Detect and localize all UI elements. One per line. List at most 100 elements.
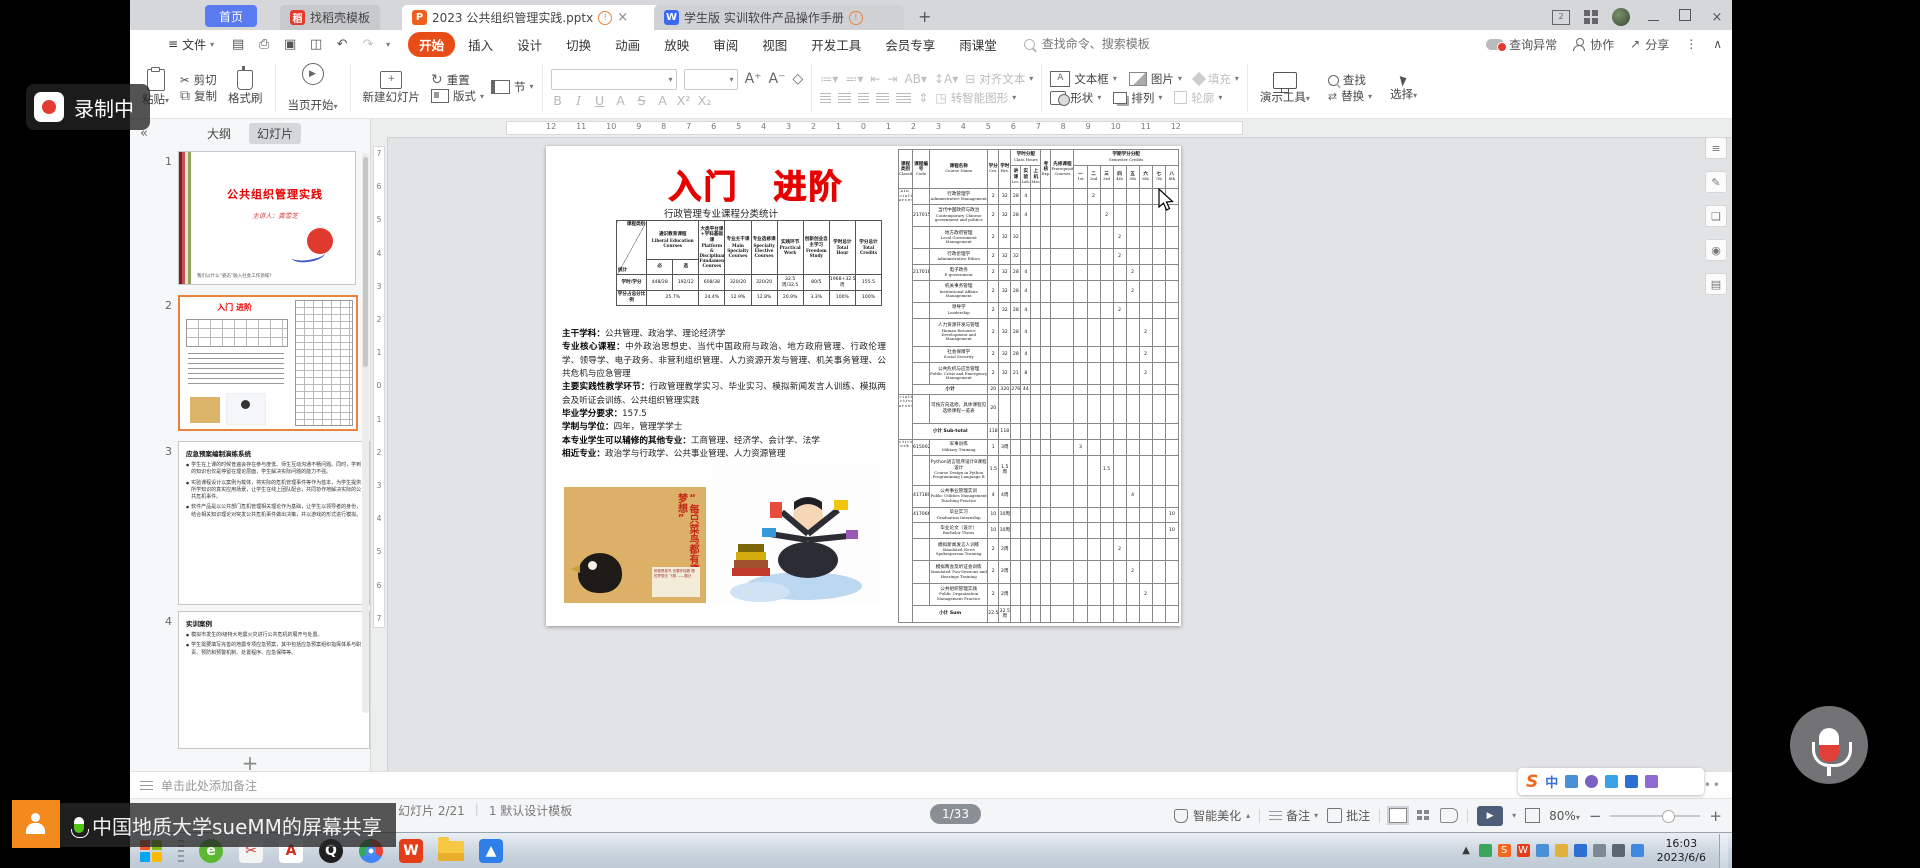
slideshow-play-button[interactable]: ▶ [1477, 806, 1503, 826]
font-tool-A[interactable]: A [614, 93, 628, 108]
decrease-font-icon[interactable]: A⁻ [769, 71, 786, 87]
slide-title[interactable]: 入门 进阶 [606, 160, 906, 208]
bullets-icon[interactable]: ≔▾ [820, 72, 838, 86]
file-menu[interactable]: ≡ 文件 ▾ [168, 36, 214, 53]
reading-view-icon[interactable]: ❏ [1705, 205, 1727, 227]
arrange-button[interactable]: 排列▾ [1113, 90, 1162, 106]
tray-security-icon[interactable] [1479, 844, 1492, 857]
copy-button[interactable]: ⧉复制 [180, 88, 217, 104]
font-tool-X₂[interactable]: X₂ [698, 93, 712, 108]
menu-tab-视图[interactable]: 视图 [751, 32, 798, 57]
scroll-handle-icon[interactable]: ≡ [1705, 137, 1727, 159]
file-explorer-icon[interactable] [434, 836, 468, 866]
tray-volume-icon[interactable] [1612, 844, 1625, 857]
find-button[interactable]: 查找 [1328, 72, 1372, 88]
more-menu-icon[interactable]: ⋮ [1685, 37, 1697, 51]
save-icon[interactable]: ▤ [230, 37, 246, 52]
align-center-icon[interactable] [838, 93, 851, 103]
ime-mode-indicator[interactable]: 中 [1545, 772, 1558, 791]
tray-expand-icon[interactable]: ▲ [1460, 844, 1473, 857]
doc-info-icon[interactable]: ! [598, 11, 612, 25]
command-search-input[interactable] [1040, 36, 1214, 52]
reading-view-toggle-icon[interactable] [1440, 808, 1458, 823]
minimize-button[interactable] [1648, 20, 1659, 21]
picture-button[interactable]: 图片▾ [1129, 71, 1182, 87]
doc-info-icon2[interactable]: ! [849, 11, 863, 25]
notes-bar[interactable]: 单击此处添加备注 ••• [130, 771, 1732, 798]
select-button[interactable]: 选择▾ [1386, 73, 1421, 104]
font-tool-X²[interactable]: X² [677, 93, 691, 108]
redo-icon[interactable]: ↷ [360, 37, 376, 52]
window-mode-icon[interactable]: 2 [1552, 10, 1570, 25]
share-app-icon[interactable] [12, 800, 60, 848]
export-icon[interactable]: ◫ [308, 37, 324, 52]
tab-home[interactable]: 首页 [205, 5, 257, 27]
notes-toggle-button[interactable]: 备注▾ [1269, 807, 1318, 824]
tray-av-icon[interactable] [1555, 844, 1568, 857]
course-stats-table[interactable]: 课程类别统计通识教育课程Liberal Education Courses大类平… [616, 220, 882, 306]
new-slide-button[interactable]: + 新建幻灯片 [359, 69, 425, 107]
program-info-text[interactable]: 主干学科：公共管理、政治学、理论经济学专业核心课程：中外政治思想史、当代中国政府… [562, 328, 886, 461]
slide-editing-area[interactable]: 入门 进阶 行政管理专业课程分类统计 课程类别统计通识教育课程Liberal E… [546, 146, 1181, 626]
font-tool-B[interactable]: B [551, 93, 565, 108]
distribute-icon[interactable] [896, 93, 911, 103]
align-right-icon[interactable] [858, 93, 869, 103]
menu-tab-审阅[interactable]: 审阅 [702, 32, 749, 57]
add-slide-button[interactable]: + [130, 751, 370, 775]
print-icon[interactable]: ⎙ [256, 37, 272, 52]
cloud-status[interactable]: 查询异常 [1486, 36, 1557, 53]
tray-wps-icon[interactable]: W [1517, 844, 1530, 857]
slide-sorter-view-icon[interactable] [1416, 809, 1431, 822]
font-size-select[interactable]: ▾ [684, 69, 738, 90]
slide-thumbnail-2-selected[interactable]: 入门 进阶 [178, 295, 358, 431]
tab-writer-doc[interactable]: W 学生版 实训软件产品操作手册 ! [654, 5, 904, 30]
record-icon[interactable]: ◉ [1705, 239, 1727, 261]
text-box-button[interactable]: A文本框▾ [1050, 71, 1117, 87]
zoom-in-button[interactable]: + [1709, 807, 1722, 825]
slide-thumbnail-1[interactable]: 公共组织管理实践 主讲人：龚雪芝 我们以什么“姿态”融入社会工作领域？ [178, 151, 356, 285]
fill-button[interactable]: 填充▾ [1194, 71, 1239, 87]
line-spacing-icon[interactable]: ↕A▾ [934, 72, 958, 86]
numbering-icon[interactable]: ≕▾ [845, 72, 863, 86]
tray-cloud-icon[interactable] [1536, 844, 1549, 857]
tray-flag-icon[interactable] [1631, 844, 1644, 857]
font-tool-A[interactable]: A [656, 93, 670, 108]
tab-close-icon[interactable]: × [617, 10, 628, 25]
floating-mic-button[interactable] [1790, 706, 1868, 784]
format-painter-button[interactable]: 格式刷 [224, 68, 267, 108]
decrease-indent-icon[interactable]: ⇤ [870, 72, 880, 86]
reset-button[interactable]: ↻重置 [431, 72, 484, 88]
menu-tab-开始[interactable]: 开始 [408, 32, 455, 57]
tab-slides[interactable]: 幻灯片 [249, 123, 301, 144]
justify-icon[interactable] [876, 93, 889, 103]
increase-indent-icon[interactable]: ⇥ [887, 72, 897, 86]
close-button[interactable]: × [1708, 10, 1726, 25]
font-family-select[interactable]: ▾ [551, 69, 677, 90]
menu-tab-插入[interactable]: 插入 [457, 32, 504, 57]
ime-toolbox-icon[interactable] [1645, 775, 1658, 788]
curriculum-detail-table[interactable]: 课程类别Classification课程编号Code课程名称Course Nam… [898, 149, 1179, 623]
tab-current-presentation[interactable]: P 2023 公共组织管理实践.pptx ! × [402, 5, 660, 30]
slideshow-options-icon[interactable]: ▾ [1512, 811, 1516, 820]
cut-button[interactable]: ✂剪切 [180, 72, 217, 88]
start-from-page-button[interactable]: ▶ 当页开始▾ [284, 61, 342, 115]
comments-button[interactable]: 批注 [1327, 807, 1370, 824]
quick-toolbar-more-icon[interactable]: ▾ [386, 40, 390, 49]
tab-outline[interactable]: 大纲 [199, 123, 239, 144]
collaborate-button[interactable]: 协作 [1573, 36, 1614, 53]
ime-mic-icon[interactable] [1585, 775, 1598, 788]
apps-grid-icon[interactable] [1584, 10, 1598, 24]
slide-thumbnail-3[interactable]: 应急预案编制演练系统 学生在上课的时候普遍会存在参与度低、师生互动沟通不畅问题。… [178, 441, 370, 605]
slide-subtitle[interactable]: 行政管理专业课程分类统计 [556, 206, 886, 220]
text-direction-icon[interactable]: AB▾ [904, 72, 926, 86]
system-clock[interactable]: 16:03 2023/6/6 [1657, 837, 1706, 865]
print-preview-icon[interactable]: ▣ [282, 37, 298, 52]
row-spacing-icon[interactable]: ⇕ [918, 91, 928, 105]
ime-pen-icon[interactable] [1565, 775, 1578, 788]
motivation-poster-image[interactable]: “每只菜鸟都有鹰的梦想” 即使是菜鸟 也要怀揣着 鹰的梦想去 飞翔 ——题记 [564, 487, 706, 603]
fit-to-window-icon[interactable] [1525, 808, 1540, 823]
font-tool-I[interactable]: I [572, 93, 586, 108]
collapse-ribbon-icon[interactable]: ∧ [1713, 37, 1722, 51]
menu-tab-动画[interactable]: 动画 [604, 32, 651, 57]
ime-toolbar[interactable]: S 中 [1518, 768, 1704, 795]
